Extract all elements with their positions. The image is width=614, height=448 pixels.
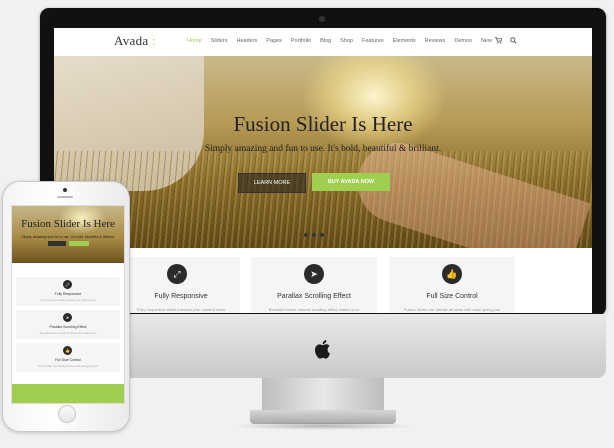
menu-item-blog[interactable]: Blog — [320, 38, 331, 44]
mobile-feature-card: ➤ Parallax Scrolling Effect Beautiful fu… — [16, 310, 120, 339]
menu-item-features[interactable]: Features — [362, 38, 384, 44]
feature-title: Parallax Scrolling Effect — [277, 293, 351, 300]
feature-card: ➤ Parallax Scrolling Effect Beautiful fu… — [251, 257, 377, 313]
slider-dot[interactable] — [320, 233, 324, 237]
menu-item-pages[interactable]: Pages — [266, 38, 282, 44]
expand-icon: ⤢ — [63, 280, 72, 289]
mobile-learn-more-button[interactable] — [48, 241, 66, 246]
feature-card: 👍 Full Size Control Fusion Slider can ha… — [389, 257, 515, 313]
mobile-feature-text: Fusion Slider can handle all sizes with … — [37, 365, 99, 368]
menu-item-home[interactable]: Home — [187, 38, 202, 44]
mobile-buy-button[interactable] — [69, 241, 89, 246]
thumbs-up-icon: 👍 — [442, 264, 462, 284]
feature-text: Fully responsive slider ensures your con… — [136, 307, 226, 312]
rocket-icon: ➤ — [304, 264, 324, 284]
hero-subtitle: Simply amazing and fun to use. It's bold… — [204, 144, 442, 154]
phone-camera-icon — [63, 188, 67, 192]
mobile-feature-title: Parallax Scrolling Effect — [49, 325, 87, 329]
expand-icon: ⤢ — [167, 264, 187, 284]
mobile-hero-subtitle: Simply amazing and fun to use. It's bold… — [21, 235, 115, 239]
mobile-screen: Fusion Slider Is Here Simply amazing and… — [11, 205, 125, 404]
logo-suffix: : — [152, 33, 156, 48]
mobile-footer-bar — [12, 384, 124, 403]
mobile-feature-title: Fully Responsive — [54, 292, 82, 296]
hero-slider: Fusion Slider Is Here Simply amazing and… — [54, 56, 592, 248]
menu-item-new[interactable]: New — [481, 38, 492, 44]
learn-more-button[interactable]: LEARN MORE — [238, 173, 306, 193]
rocket-icon: ➤ — [63, 313, 72, 322]
mobile-feature-card: 👍 Full Size Control Fusion Slider can ha… — [16, 343, 120, 372]
site-logo[interactable]: Avada : — [114, 33, 156, 49]
hero-title: Fusion Slider Is Here — [233, 112, 413, 136]
features-section: ⤢ Fully Responsive Fully responsive slid… — [54, 248, 592, 313]
menu-item-elements[interactable]: Elements — [393, 38, 416, 44]
desktop-screen: Avada : Home Sliders Headers Pages Portf… — [54, 28, 592, 313]
camera-icon — [319, 16, 325, 22]
menu-item-portfolio[interactable]: Portfolio — [291, 38, 311, 44]
phone-speaker — [57, 196, 73, 198]
imac-stand-neck — [262, 378, 384, 414]
slider-pagination — [304, 233, 324, 237]
mobile-feature-text: Beautiful fusher smooth scrolling effect… — [39, 332, 97, 335]
mobile-feature-text: Fully responsive slider ensures your con… — [40, 299, 96, 302]
slider-dot[interactable] — [312, 233, 316, 237]
menu-item-sliders[interactable]: Sliders — [211, 38, 228, 44]
menu-item-headers[interactable]: Headers — [236, 38, 257, 44]
mobile-feature-title: Full Size Control — [55, 358, 81, 362]
home-button[interactable] — [58, 405, 76, 423]
feature-title: Full Size Control — [426, 293, 478, 300]
apple-logo-icon — [315, 340, 330, 359]
mobile-feature-card: ⤢ Fully Responsive Fully responsive slid… — [16, 277, 120, 306]
buy-avada-button[interactable]: BUY AVADA NOW — [312, 173, 390, 191]
menu-item-shop[interactable]: Shop — [340, 38, 353, 44]
logo-text: Avada — [114, 33, 149, 48]
slider-dot[interactable] — [304, 233, 308, 237]
cart-icon[interactable] — [495, 37, 502, 44]
feature-title: Fully Responsive — [154, 293, 208, 300]
search-icon[interactable] — [510, 37, 517, 44]
site-navbar: Avada : Home Sliders Headers Pages Portf… — [54, 28, 592, 57]
menu-item-reviews[interactable]: Reviews — [425, 38, 446, 44]
menu-item-demos[interactable]: Demos — [454, 38, 471, 44]
stand-shadow — [230, 422, 416, 430]
mobile-hero-title: Fusion Slider Is Here — [21, 218, 115, 230]
feature-card: ⤢ Fully Responsive Fully responsive slid… — [122, 257, 240, 313]
thumbs-up-icon: 👍 — [63, 346, 72, 355]
feature-text: Beautiful fusher smooth scrolling effect… — [268, 307, 360, 312]
feature-text: Fusion Slider can handle all sizes with … — [403, 307, 501, 312]
main-menu: Home Sliders Headers Pages Portfolio Blo… — [187, 38, 501, 44]
mobile-hero: Fusion Slider Is Here Simply amazing and… — [12, 206, 124, 263]
